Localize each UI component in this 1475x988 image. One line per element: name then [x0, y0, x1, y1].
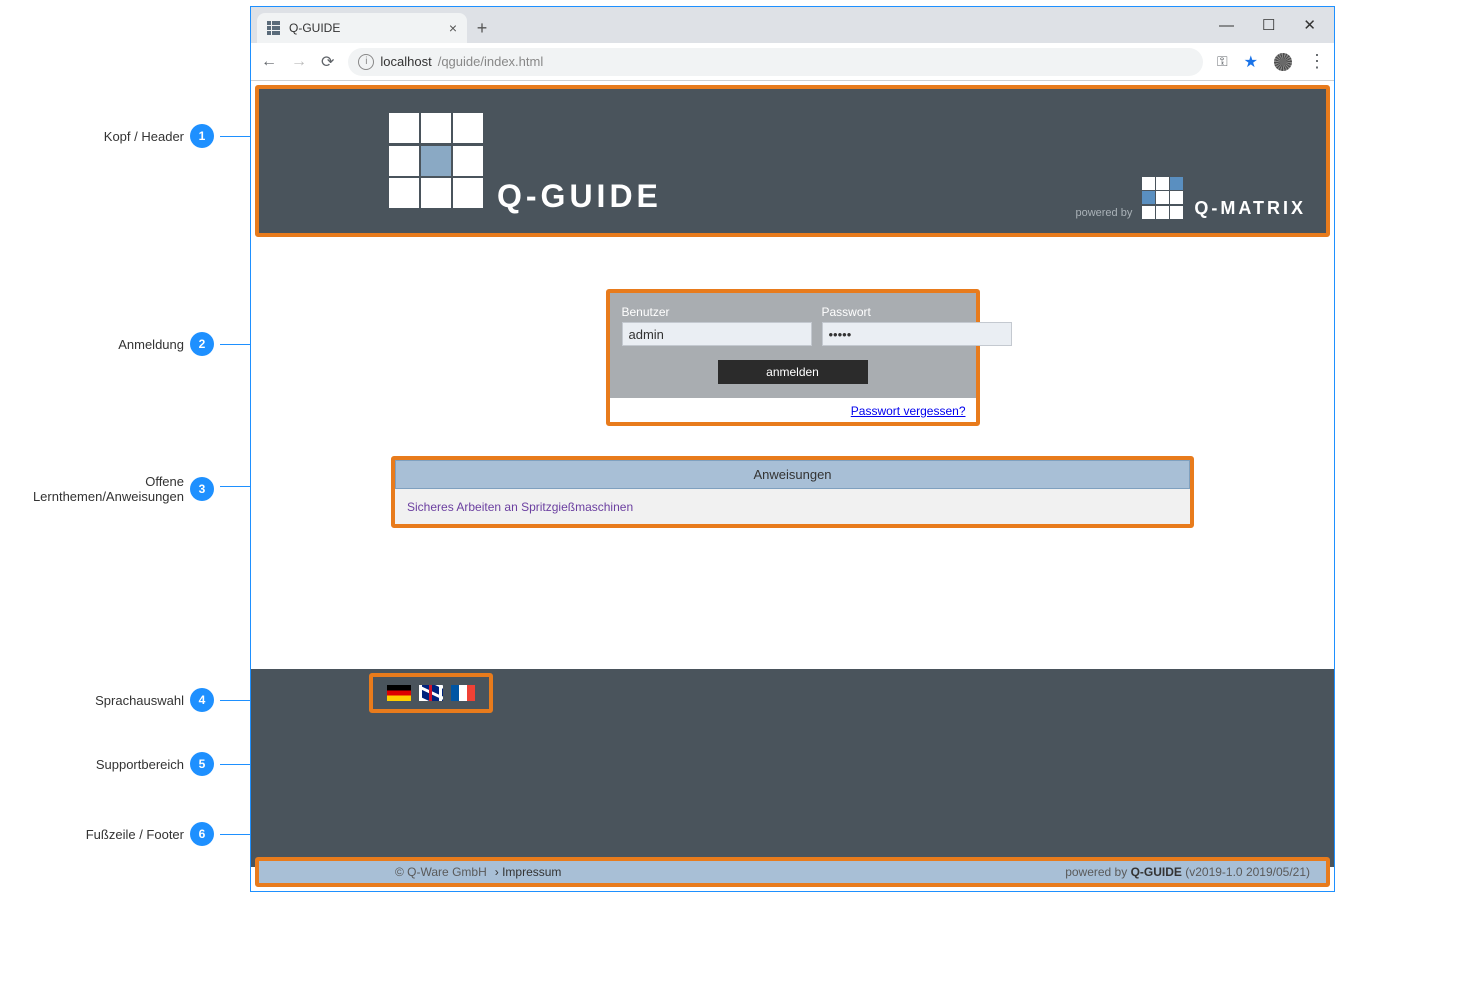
qguide-logo-icon	[389, 113, 485, 209]
flag-uk-icon[interactable]	[419, 685, 443, 701]
annotation-pin-1: 1	[190, 124, 214, 148]
forward-icon[interactable]: →	[291, 53, 307, 71]
annotation-pin-4: 4	[190, 688, 214, 712]
footer-impressum-link[interactable]: › Impressum	[495, 865, 562, 879]
window-close-icon[interactable]: ✕	[1303, 16, 1316, 34]
extension-globe-icon[interactable]	[1274, 53, 1292, 71]
annotation-pin-6: 6	[190, 822, 214, 846]
annotation-label-lang: Sprachauswahl	[0, 693, 190, 708]
reload-icon[interactable]: ⟳	[321, 52, 334, 72]
tab-strip: Q-GUIDE × +	[251, 7, 1334, 43]
browser-tab[interactable]: Q-GUIDE ×	[257, 13, 467, 43]
password-input[interactable]	[822, 322, 1012, 346]
browser-toolbar: ← → ⟳ i localhost/qguide/index.html ⚿ ★ …	[251, 43, 1334, 81]
annotation-pin-2: 2	[190, 332, 214, 356]
annotation-label-login: Anmeldung	[0, 337, 190, 352]
window-minimize-icon[interactable]: —	[1219, 17, 1234, 34]
forgot-password-link[interactable]: Passwort vergessen?	[851, 404, 966, 418]
annotation-pin-3: 3	[190, 477, 214, 501]
footer-copyright: © Q-Ware GmbH	[395, 865, 487, 879]
qguide-logo-text: Q-GUIDE	[497, 178, 662, 215]
flag-fr-icon[interactable]	[451, 685, 475, 701]
annotation-pin-5: 5	[190, 752, 214, 776]
username-input[interactable]	[622, 322, 812, 346]
flag-de-icon[interactable]	[387, 685, 411, 701]
password-label: Passwort	[822, 305, 1012, 319]
annotation-label-support: Supportbereich	[0, 757, 190, 772]
window-maximize-icon[interactable]: ☐	[1262, 16, 1275, 34]
page-footer-region: © Q-Ware GmbH › Impressum powered by Q-G…	[255, 857, 1330, 887]
tab-title: Q-GUIDE	[289, 21, 340, 35]
instruction-row: Sicheres Arbeiten an Spritzgießmaschinen	[395, 489, 1190, 524]
qmatrix-logo-text: Q-MATRIX	[1194, 198, 1306, 219]
footer-powered: powered by Q-GUIDE (v2019-1.0 2019/05/21…	[1065, 865, 1310, 879]
favicon-icon	[267, 21, 281, 35]
annotation-label-anweisungen: Offene Lernthemen/Anweisungen	[0, 474, 190, 504]
browser-window: — ☐ ✕ Q-GUIDE × + ← → ⟳ i localhost/qgui…	[250, 6, 1335, 892]
login-submit-button[interactable]: anmelden	[718, 360, 868, 384]
instruction-link[interactable]: Sicheres Arbeiten an Spritzgießmaschinen	[407, 500, 633, 514]
instructions-header: Anweisungen	[395, 460, 1190, 489]
bookmark-star-icon[interactable]: ★	[1244, 52, 1258, 72]
url-path: /qguide/index.html	[438, 54, 544, 69]
header-powered-by: powered by	[1075, 207, 1132, 219]
site-info-icon[interactable]: i	[358, 54, 374, 70]
qmatrix-logo-icon	[1142, 177, 1184, 219]
language-selector	[369, 673, 493, 713]
page-content: Q-GUIDE powered by Q-MATRIX Benutzer	[251, 81, 1334, 891]
login-region: Benutzer Passwort anmelden Passwort verg…	[606, 289, 980, 426]
username-label: Benutzer	[622, 305, 812, 319]
annotation-label-footer: Fußzeile / Footer	[0, 827, 190, 842]
back-icon[interactable]: ←	[261, 53, 277, 71]
address-bar[interactable]: i localhost/qguide/index.html	[348, 48, 1203, 76]
tab-close-icon[interactable]: ×	[449, 20, 457, 36]
annotation-label-header: Kopf / Header	[0, 129, 190, 144]
new-tab-button[interactable]: +	[467, 13, 497, 43]
key-icon[interactable]: ⚿	[1217, 53, 1228, 70]
instructions-region: Anweisungen Sicheres Arbeiten an Spritzg…	[391, 456, 1194, 528]
page-header-region: Q-GUIDE powered by Q-MATRIX	[255, 85, 1330, 237]
url-host: localhost	[380, 54, 431, 69]
browser-menu-icon[interactable]: ⋮	[1308, 51, 1324, 72]
